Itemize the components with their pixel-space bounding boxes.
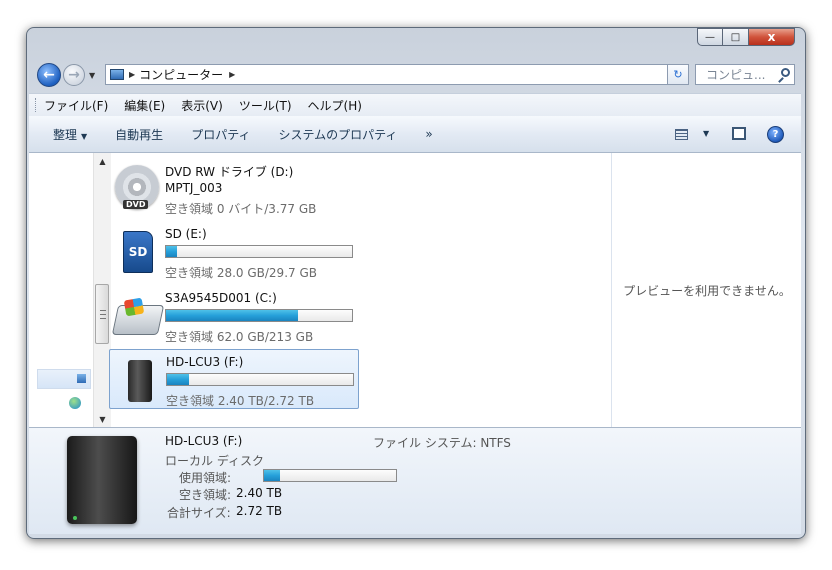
recent-pages-dropdown[interactable]: ▼ — [89, 71, 95, 80]
menu-grip — [35, 98, 38, 112]
menu-bar: ファイル(F) 編集(E) 表示(V) ツール(T) ヘルプ(H) — [29, 93, 801, 117]
drive-item-system[interactable]: S3A9545D001 (C:) 空き領域 62.0 GB/213 GB — [109, 285, 359, 345]
menu-view[interactable]: 表示(V) — [181, 97, 223, 114]
maximize-button[interactable]: □ — [723, 28, 749, 46]
forward-arrow-icon: → — [68, 67, 80, 83]
drive-name: DVD RW ドライブ (D:) — [165, 165, 294, 179]
search-icon[interactable] — [781, 68, 790, 77]
minimize-button[interactable]: — — [697, 28, 723, 46]
dvd-drive-icon: DVD — [115, 165, 161, 211]
sd-card-icon: SD — [115, 229, 161, 275]
details-free-value: 2.40 TB — [236, 486, 283, 500]
breadcrumb-computer[interactable]: コンピューター — [139, 66, 223, 83]
address-bar[interactable]: ▶ コンピューター ▶ ▼ — [105, 64, 689, 85]
back-arrow-icon: ← — [43, 67, 55, 83]
drive-name: S3A9545D001 (C:) — [165, 291, 277, 305]
drive-name: HD-LCU3 (F:) — [166, 355, 244, 369]
external-hdd-icon — [116, 358, 162, 404]
grip-icon — [100, 310, 106, 319]
menu-file[interactable]: ファイル(F) — [44, 97, 108, 114]
navigation-row: ← → ▼ ▶ コンピューター ▶ ▼ ↻ コンピュ... — [27, 61, 805, 89]
system-properties-button[interactable]: システムのプロパティ — [278, 126, 397, 143]
preview-pane-icon[interactable] — [732, 127, 746, 140]
details-type: ローカル ディスク — [165, 454, 264, 468]
content-area: ▲ ▼ DVD DVD RW ドライブ (D:) MPTJ_003 空き領域 0… — [29, 153, 801, 427]
menu-tools[interactable]: ツール(T) — [239, 97, 292, 114]
drive-item-external[interactable]: HD-LCU3 (F:) 空き領域 2.40 TB/2.72 TB — [109, 349, 359, 409]
chevron-down-icon: ▼ — [81, 131, 88, 141]
nav-item-computer[interactable] — [37, 369, 91, 389]
drive-item-dvd[interactable]: DVD DVD RW ドライブ (D:) MPTJ_003 空き領域 0 バイト… — [109, 157, 359, 217]
change-view-icon[interactable] — [675, 129, 688, 140]
autoplay-button[interactable]: 自動再生 — [115, 126, 163, 143]
details-usage-fill — [264, 470, 280, 481]
view-dropdown-icon[interactable]: ▼ — [703, 129, 709, 138]
external-hdd-large-icon — [67, 436, 137, 524]
drive-label: MPTJ_003 — [165, 181, 223, 195]
scroll-down-icon[interactable]: ▼ — [94, 411, 111, 427]
drive-usage-fill — [167, 374, 190, 385]
preview-pane: プレビューを利用できません。 — [611, 153, 802, 427]
dvd-badge: DVD — [123, 200, 149, 209]
refresh-button[interactable]: ↻ — [667, 64, 689, 85]
sd-badge: SD — [123, 231, 153, 273]
drive-usage-bar — [165, 309, 353, 322]
organize-button[interactable]: 整理 ▼ — [53, 126, 87, 143]
details-used-label: 使用領域: — [179, 471, 232, 485]
menu-edit[interactable]: 編集(E) — [124, 97, 165, 114]
breadcrumb-arrow-icon[interactable]: ▶ — [129, 70, 135, 79]
command-bar: 整理 ▼ 自動再生 プロパティ システムのプロパティ » ▼ ? — [29, 116, 801, 153]
breadcrumb-arrow-icon[interactable]: ▶ — [229, 70, 235, 79]
scroll-thumb[interactable] — [95, 284, 109, 344]
details-name: HD-LCU3 (F:) — [165, 434, 243, 448]
refresh-icon: ↻ — [673, 68, 683, 81]
navigation-pane — [37, 153, 91, 427]
drive-usage-fill — [166, 310, 299, 321]
drive-item-sd[interactable]: SD SD (E:) 空き領域 28.0 GB/29.7 GB — [109, 221, 359, 281]
menu-help[interactable]: ヘルプ(H) — [308, 97, 362, 114]
preview-message: プレビューを利用できません。 — [623, 283, 791, 298]
windows-hdd-icon — [111, 293, 165, 339]
close-icon: x — [767, 30, 776, 44]
maximize-icon: □ — [730, 31, 741, 43]
computer-icon — [77, 374, 86, 383]
drive-free-space: 空き領域 0 バイト/3.77 GB — [165, 202, 317, 216]
back-button[interactable]: ← — [37, 63, 61, 87]
properties-button[interactable]: プロパティ — [191, 126, 250, 143]
details-total-value: 2.72 TB — [236, 504, 283, 518]
forward-button[interactable]: → — [63, 64, 85, 86]
more-commands-button[interactable]: » — [425, 127, 432, 141]
explorer-window: — □ x ← → ▼ ▶ コンピューター ▶ ▼ ↻ コンピュ... ファイル… — [26, 27, 806, 539]
drive-name: SD (E:) — [165, 227, 207, 241]
details-total-label: 合計サイズ: — [167, 506, 231, 520]
details-filesystem: ファイル システム: NTFS — [373, 436, 511, 450]
search-input[interactable]: コンピュ... — [695, 64, 795, 85]
minimize-icon: — — [705, 31, 715, 43]
details-free-label: 空き領域: — [179, 488, 232, 502]
drive-usage-bar — [165, 245, 353, 258]
organize-label: 整理 — [53, 127, 78, 142]
drive-free-space: 空き領域 28.0 GB/29.7 GB — [165, 266, 317, 280]
help-icon[interactable]: ? — [767, 126, 784, 143]
close-button[interactable]: x — [749, 28, 795, 46]
details-usage-bar — [263, 469, 397, 482]
drive-free-space: 空き領域 62.0 GB/213 GB — [165, 330, 314, 344]
computer-icon — [110, 69, 124, 80]
search-placeholder: コンピュ... — [706, 68, 766, 82]
drive-usage-fill — [166, 246, 178, 257]
drive-usage-bar — [166, 373, 354, 386]
details-pane: HD-LCU3 (F:) ローカル ディスク ファイル システム: NTFS 使… — [29, 427, 801, 534]
drive-free-space: 空き領域 2.40 TB/2.72 TB — [166, 394, 315, 408]
nav-item-network-icon[interactable] — [69, 397, 81, 409]
